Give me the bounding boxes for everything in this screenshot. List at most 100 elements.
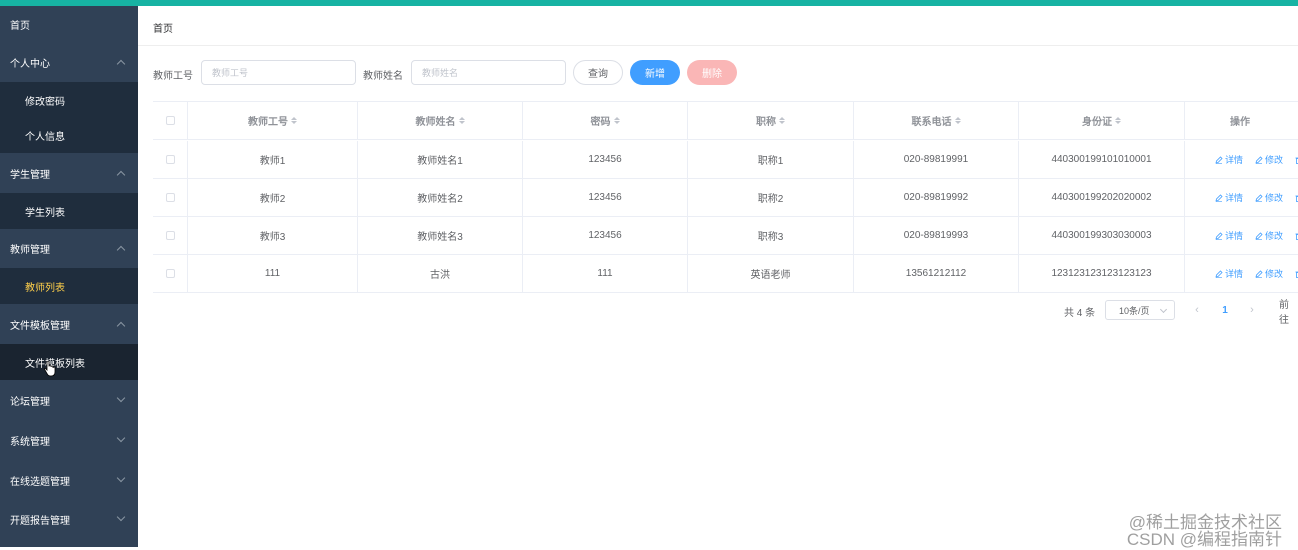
action-label: 修改 [1265,155,1284,165]
add-button[interactable]: 新增 [630,60,680,85]
sidebar-item-label: 首页 [10,20,30,32]
sidebar-item-7[interactable]: 教师列表 [0,268,138,304]
edit-link[interactable]: 修改 [1255,229,1283,242]
row-checkbox[interactable] [165,155,175,164]
sidebar-item-6[interactable]: 教师管理 [0,230,138,266]
edit-icon [1215,155,1223,164]
sidebar-item-9[interactable]: 文件模板列表 [0,344,138,380]
sidebar-item-11[interactable]: 系统管理 [0,422,138,458]
sidebar-item-12[interactable]: 在线选题管理 [0,462,138,498]
sidebar-item-4[interactable]: 学生管理 [0,155,138,191]
row-actions-cell: 详情 修改 [1185,255,1298,292]
page-number-current[interactable]: 1 [1217,301,1233,319]
top-accent-bar [0,0,1298,6]
teacher-id-label: 教师工号 [153,71,193,82]
sidebar-item-1[interactable]: 个人中心 [0,44,138,80]
table-cell: 440300199202020002 [1019,179,1185,216]
column-header[interactable]: 身份证 [1019,102,1185,139]
sidebar-item-2[interactable]: 修改密码 [0,82,138,118]
teacher-table: 教师工号 教师姓名 密码 职称 联系电话 身份证 操作教师1 教师姓名1 123456 职称1 02… [153,101,1298,293]
row-select-cell [153,217,188,254]
breadcrumb[interactable]: 首页 [153,20,173,35]
row-select-cell [153,255,188,292]
prev-page-button[interactable]: ‹ [1189,301,1205,319]
edit-link[interactable]: 修改 [1255,191,1283,204]
chevron-down-icon [116,473,126,483]
row-checkbox[interactable] [165,231,175,240]
column-header[interactable]: 联系电话 [854,102,1019,139]
edit-link[interactable]: 修改 [1255,153,1283,166]
page-size-select[interactable]: 10条/页 [1105,300,1175,320]
goto-label: 前往 [1279,300,1289,326]
sidebar-item-13[interactable]: 开题报告管理 [0,501,138,537]
sidebar-item-label: 开题报告管理 [10,515,70,527]
action-label: 修改 [1265,269,1284,279]
table-cell: 教师1 [188,141,358,178]
detail-link[interactable]: 详情 [1215,153,1243,166]
table-cell: 教师姓名1 [358,141,523,178]
table-row[interactable]: 教师1 教师姓名1 123456 职称1 020-89819991 44030019910… [153,141,1298,179]
table-cell: 教师2 [188,179,358,216]
action-label: 详情 [1225,231,1244,241]
table-row[interactable]: 教师3 教师姓名3 123456 职称3 020-89819993 44030019930… [153,217,1298,255]
table-cell: 123123123123123123 [1019,255,1185,292]
query-button[interactable]: 查询 [573,60,623,85]
chevron-up-icon [116,170,126,180]
row-actions-cell: 详情 修改 [1185,217,1298,254]
table-header-row: 教师工号 教师姓名 密码 职称 联系电话 身份证 操作 [153,102,1298,140]
table-row[interactable]: 教师2 教师姓名2 123456 职称2 020-89819992 44030019920… [153,179,1298,217]
action-label: 修改 [1265,193,1284,203]
sidebar-menu: 首页个人中心修改密码 个人信息 学生管理 学生列表 教师管理 教师列表 文件模板管理 文件模板… [0,6,138,547]
select-all-cell [153,102,188,139]
sort-icon[interactable] [613,117,620,124]
sort-icon[interactable] [1115,117,1121,124]
sidebar-item-label: 论坛管理 [10,396,50,408]
sidebar-item-label: 在线选题管理 [10,476,70,488]
action-label: 详情 [1225,155,1244,165]
table-cell: 123456 [523,141,688,178]
column-header-label: 操作 [1230,117,1250,128]
column-header[interactable]: 密码 [523,102,688,139]
column-header: 操作 [1185,102,1298,139]
edit-icon [1255,193,1263,202]
sidebar-item-10[interactable]: 论坛管理 [0,382,138,418]
chevron-down-icon [116,433,126,443]
sidebar-item-label: 个人中心 [10,58,50,70]
column-header[interactable]: 职称 [688,102,854,139]
table-cell: 古洪 [358,255,523,292]
row-checkbox[interactable] [165,269,175,278]
table-cell: 020-89819991 [854,141,1019,178]
table-cell: 440300199101010001 [1019,141,1185,178]
row-select-cell [153,141,188,178]
table-cell: 123456 [523,179,688,216]
action-label: 修改 [1265,231,1284,241]
sort-icon[interactable] [954,117,961,124]
sort-icon[interactable] [458,117,465,124]
sort-icon[interactable] [779,117,785,124]
column-header[interactable]: 教师工号 [188,102,358,139]
teacher-name-input[interactable] [411,60,566,85]
chevron-up-icon [116,321,126,331]
sidebar-item-8[interactable]: 文件模板管理 [0,306,138,342]
next-page-button[interactable]: › [1244,301,1260,319]
sidebar-item-0[interactable]: 首页 [0,6,138,42]
select-all-checkbox[interactable] [165,116,175,125]
detail-link[interactable]: 详情 [1215,267,1243,280]
table-cell: 123456 [523,217,688,254]
column-header-label: 教师工号 [248,117,288,128]
sidebar-item-5[interactable]: 学生列表 [0,193,138,229]
sort-icon[interactable] [291,117,297,124]
edit-link[interactable]: 修改 [1255,267,1283,280]
column-header-label: 联系电话 [911,117,952,128]
sidebar-item-3[interactable]: 个人信息 [0,117,138,153]
action-label: 详情 [1225,193,1244,203]
column-header[interactable]: 教师姓名 [358,102,523,139]
table-row[interactable]: 111 古洪 111 英语老师 13561212112 12312312312312312… [153,255,1298,293]
detail-link[interactable]: 详情 [1215,229,1243,242]
table-cell: 职称3 [688,217,854,254]
edit-icon [1255,269,1263,278]
teacher-id-input[interactable] [201,60,356,85]
row-checkbox[interactable] [165,193,175,202]
delete-button[interactable]: 删除 [687,60,737,85]
detail-link[interactable]: 详情 [1215,191,1243,204]
